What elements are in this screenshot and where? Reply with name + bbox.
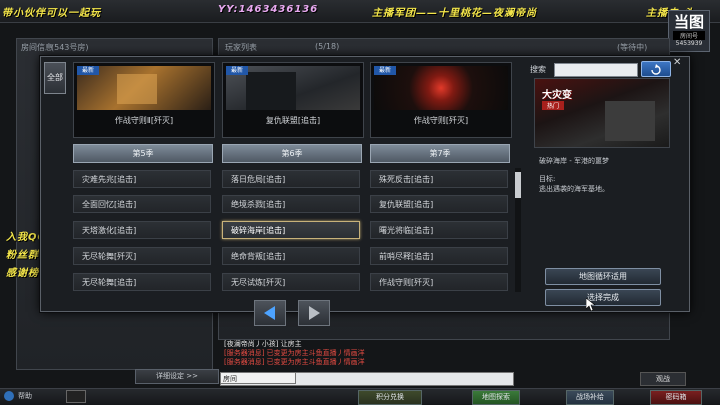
map-list-item[interactable]: 无尽轮舞[歼灭]: [73, 247, 211, 265]
logo-main-text: 当图: [673, 13, 704, 31]
featured-map-card[interactable]: 最新 作战守则Ⅱ[歼灭]: [73, 62, 215, 138]
featured-map-card[interactable]: 最新 作战守则[歼灭]: [370, 62, 512, 138]
hot-badge: 热门: [542, 101, 565, 110]
map-description: 破碎海岸 - 军港的噩梦 目标: 逃出遇袭的海军基地。: [539, 156, 674, 194]
help-label[interactable]: 帮助: [18, 391, 32, 401]
password-box-button[interactable]: 密码箱: [650, 390, 702, 405]
map-list-item[interactable]: 无尽试炼[歼灭]: [222, 273, 360, 291]
refresh-icon: [651, 64, 661, 75]
detail-settings-button[interactable]: 详细设定 >>: [135, 369, 219, 384]
map-list-item[interactable]: 天塔激化[追击]: [73, 221, 211, 239]
chat-line: [夜澜帝尚丿小孩] 让房主: [224, 340, 302, 348]
prev-page-button[interactable]: [254, 300, 286, 326]
tab-all[interactable]: 全部: [44, 62, 66, 94]
room-logo: 当图 房间号 5453939: [668, 10, 710, 52]
map-loop-button[interactable]: 地图循环适用: [545, 268, 661, 285]
featured-map-card[interactable]: 最新 复仇联盟[追击]: [222, 62, 364, 138]
map-list-item[interactable]: 灾难先兆[追击]: [73, 170, 211, 188]
close-icon[interactable]: ✕: [673, 57, 681, 68]
new-badge: 最新: [77, 66, 100, 75]
map-list-item[interactable]: 全面回忆[追击]: [73, 195, 211, 213]
map-desc-title: 破碎海岸 - 军港的噩梦: [539, 157, 609, 165]
arrow-right-icon: [309, 306, 320, 320]
scrollbar-thumb[interactable]: [515, 172, 521, 198]
lobby-top-bar: [0, 0, 720, 23]
map-list-item[interactable]: 复仇联盟[追击]: [370, 195, 508, 213]
cursor-icon: [586, 298, 596, 312]
map-list-item[interactable]: 绝境杀戮[追击]: [222, 195, 360, 213]
featured-map-name: 作战守则[歼灭]: [413, 116, 469, 125]
map-list-item[interactable]: 殊死反击[追击]: [370, 170, 508, 188]
room-id: 5453939: [675, 40, 703, 47]
logo-sub-text: 房间号: [673, 31, 705, 40]
featured-map-name: 作战守则Ⅱ[歼灭]: [114, 116, 174, 125]
points-exchange-button[interactable]: 积分兑换: [358, 390, 422, 405]
map-list-scrollbar[interactable]: [515, 168, 521, 292]
battle-supply-button[interactable]: 战场补给: [566, 390, 614, 405]
map-list-item[interactable]: 作战守则[歼灭]: [370, 273, 508, 291]
map-search-input[interactable]: [554, 63, 638, 77]
preview-detail: [605, 101, 655, 141]
map-list-item[interactable]: 绝命背叛[追击]: [222, 247, 360, 265]
search-label: 搜索: [530, 65, 546, 74]
map-goal-label: 目标:: [539, 175, 556, 183]
player-count: (5/18): [315, 42, 340, 51]
season-tab[interactable]: 第5季: [73, 144, 213, 163]
season-tab[interactable]: 第7季: [370, 144, 510, 163]
map-goal-text: 逃出遇袭的海军基地。: [539, 185, 609, 193]
help-icon[interactable]: [4, 391, 14, 401]
map-thumb-detail: [246, 72, 296, 110]
chat-log: [夜澜帝尚丿小孩] 让房主 [服务器消息] 已变更为房主斗鱼直播丿情画洋 [服务…: [224, 340, 365, 367]
arrow-left-icon: [264, 306, 275, 320]
map-list-item[interactable]: 无尽轮舞[追击]: [73, 273, 211, 291]
map-explore-button[interactable]: 地图探索: [472, 390, 520, 405]
map-list-item[interactable]: 曙光将临[追击]: [370, 221, 508, 239]
room-count: (543号房): [51, 43, 89, 52]
map-list-item[interactable]: 前哨尽释[追击]: [370, 247, 508, 265]
new-badge: 最新: [226, 66, 249, 75]
room-info-title: 房间信息: [21, 43, 53, 52]
season-tab[interactable]: 第6季: [222, 144, 362, 163]
preview-title: 大灾变: [542, 90, 572, 101]
chat-line: [服务器消息] 已变更为房主斗鱼直播丿情画洋: [224, 358, 365, 366]
featured-map-name: 复仇联盟[追击]: [265, 116, 321, 125]
overlay-top-left-text: 带小伙伴可以一起玩: [2, 8, 101, 19]
overlay-streamer-text: 主播军团——十里桃花—夜澜帝尚: [372, 8, 537, 19]
refresh-button[interactable]: [641, 61, 671, 77]
watch-button[interactable]: 观战: [640, 372, 686, 386]
new-badge: 最新: [374, 66, 397, 75]
next-page-button[interactable]: [298, 300, 330, 326]
chat-channel-select[interactable]: 房间: [220, 372, 296, 384]
player-list-title: 玩家列表: [225, 43, 257, 52]
room-status: (等待中): [617, 43, 648, 52]
search-icon[interactable]: [66, 390, 86, 403]
map-thumb-detail: [117, 74, 157, 104]
map-list-item[interactable]: 落日危局[追击]: [222, 170, 360, 188]
chat-line: [服务器消息] 已变更为房主斗鱼直播丿情画洋: [224, 349, 365, 357]
overlay-yy-text: YY:1463436136: [218, 4, 319, 15]
select-done-button[interactable]: 选择完成: [545, 289, 661, 306]
map-list-item-selected[interactable]: 破碎海岸[追击]: [222, 221, 360, 239]
